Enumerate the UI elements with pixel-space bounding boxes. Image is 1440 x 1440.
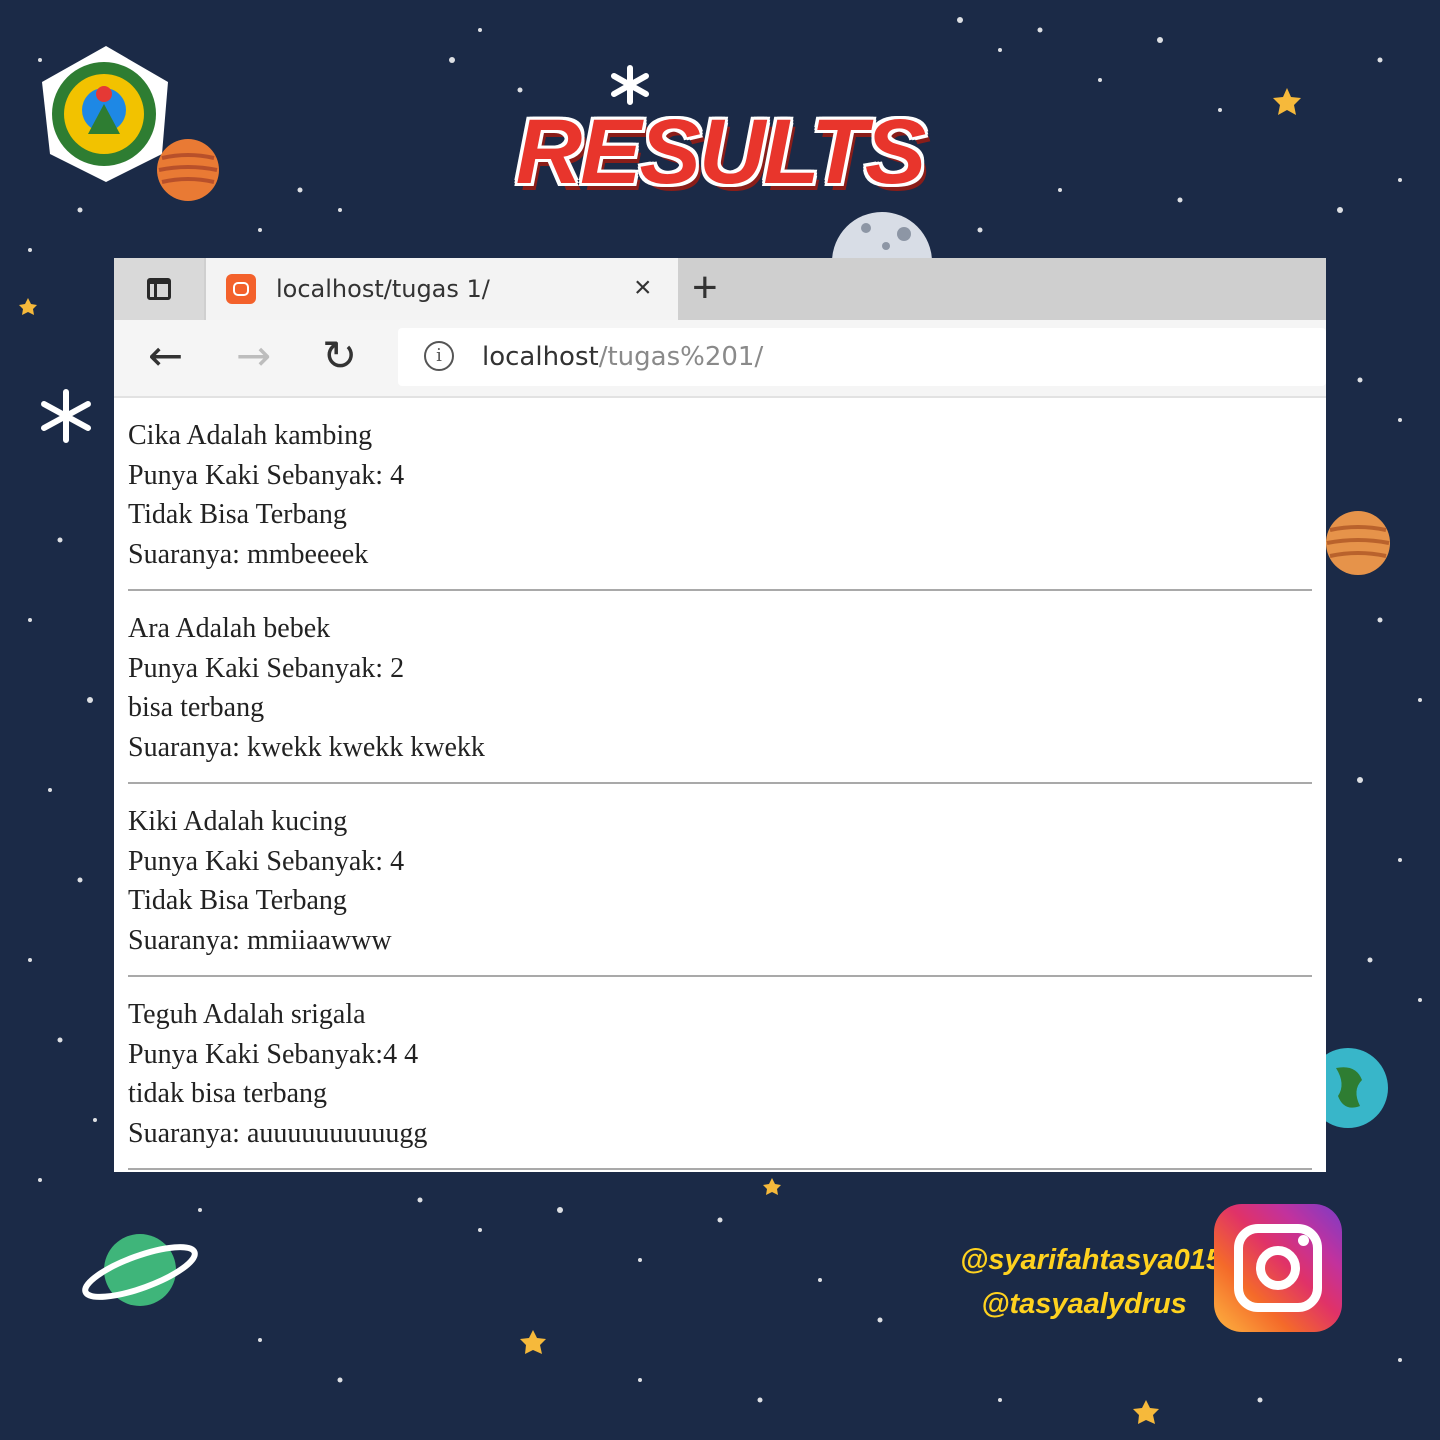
instagram-handle-2: @tasyaalydrus [981,1288,1187,1320]
animal-entry: Ara Adalah bebek Punya Kaki Sebanyak: 2 … [114,591,1326,784]
animal-sound-line: Suaranya: mmiiaawww [128,924,392,956]
info-icon[interactable]: i [424,341,454,371]
url-path: /tugas%201/ [598,342,764,372]
animal-legs-line: Punya Kaki Sebanyak: 4 [128,459,405,491]
animal-fly-line: tidak bisa terbang [128,1078,328,1109]
instagram-lens [1256,1246,1300,1290]
animal-fly-line: bisa terbang [128,692,265,723]
page-content: Cika Adalah kambing Punya Kaki Sebanyak:… [114,398,1326,1172]
tab-bar: localhost/tugas 1/ × + [114,258,1326,320]
animal-fly-line: Tidak Bisa Terbang [128,885,347,916]
striped-planet-decoration [1326,511,1390,575]
animal-entry: Cika Adalah kambing Punya Kaki Sebanyak:… [114,398,1326,591]
new-tab-button[interactable]: + [692,264,718,312]
animal-name-line: Kiki Adalah kucing [128,806,348,837]
instagram-logo-icon [1214,1204,1342,1332]
browser-window: localhost/tugas 1/ × + ← → ↻ i localhost… [114,258,1326,1172]
animal-legs-line: Punya Kaki Sebanyak:4 4 [128,1038,419,1070]
animal-name-line: Teguh Adalah srigala [128,999,366,1030]
tab-title: localhost/tugas 1/ [276,275,490,303]
url-host: localhost [482,342,599,372]
instagram-dot [1298,1235,1309,1246]
results-title: RESULTS [515,101,927,203]
animal-fly-line: Tidak Bisa Terbang [128,499,347,530]
social-handles: @syarifahtasya015 @tasyaalydrus [960,1238,1223,1326]
back-arrow-icon[interactable]: ← [148,332,183,380]
animal-sound-line: Suaranya: kwekk kwekk kwekk [128,731,485,763]
address-bar[interactable]: i localhost/tugas%201/ [398,328,1326,386]
divider [128,1168,1312,1170]
ringed-planet-decoration [82,1234,198,1306]
xampp-favicon-icon [226,274,256,304]
earth-planet-decoration [1326,1048,1388,1128]
animal-entry: Kiki Adalah kucing Punya Kaki Sebanyak: … [114,784,1326,977]
animal-sound-line: Suaranya: mmbeeeek [128,538,369,570]
url-text[interactable]: localhost/tugas%201/ [482,342,763,372]
instagram-handle-1: @syarifahtasya015 [960,1244,1223,1276]
tab-actions-button[interactable] [114,258,204,320]
animal-legs-line: Punya Kaki Sebanyak: 4 [128,845,405,877]
animal-sound-line: Suaranya: auuuuuuuuuugg [128,1117,428,1149]
active-tab[interactable]: localhost/tugas 1/ × [206,258,678,320]
browser-toolbar: ← → ↻ i localhost/tugas%201/ [114,320,1326,398]
animal-name-line: Cika Adalah kambing [128,420,373,451]
reload-icon[interactable]: ↻ [322,332,357,380]
animal-name-line: Ara Adalah bebek [128,613,331,644]
tab-actions-icon [147,278,171,300]
animal-entry: Teguh Adalah srigala Punya Kaki Sebanyak… [114,977,1326,1170]
close-tab-icon[interactable]: × [634,270,652,306]
animal-legs-line: Punya Kaki Sebanyak: 2 [128,652,405,684]
forward-arrow-icon[interactable]: → [236,332,271,380]
